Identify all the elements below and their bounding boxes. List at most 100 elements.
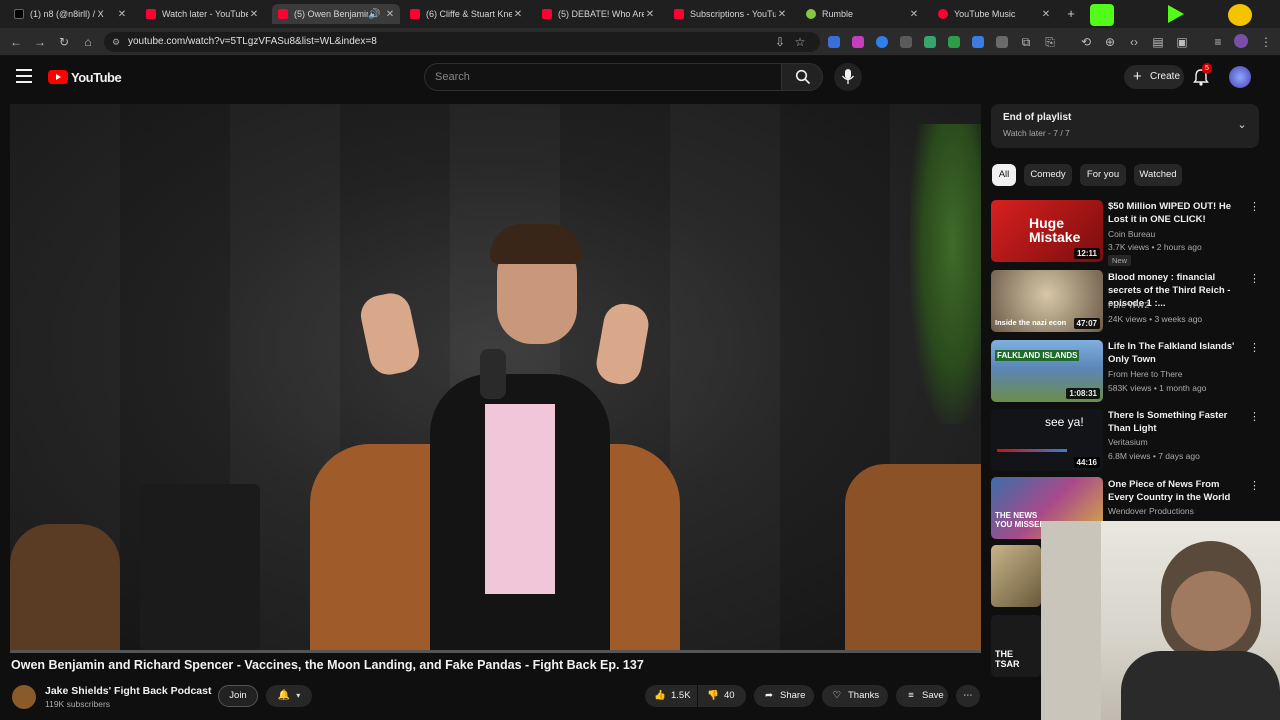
chip-watched[interactable]: Watched: [1134, 164, 1182, 186]
like-button[interactable]: 👍 1.5K: [645, 685, 697, 707]
close-tab-icon[interactable]: ✕: [908, 9, 920, 20]
video-title[interactable]: Life In The Falkland Islands' Only Town: [1108, 340, 1246, 366]
forward-arrow-icon[interactable]: →: [32, 34, 48, 50]
search-input[interactable]: Search: [424, 63, 782, 91]
chip-comedy[interactable]: Comedy: [1024, 164, 1072, 186]
sidebar-icon[interactable]: ▤: [1150, 34, 1166, 50]
more-vertical-icon[interactable]: ⋮: [1249, 272, 1260, 285]
reading-list-icon[interactable]: ≡: [1210, 34, 1226, 50]
more-vertical-icon[interactable]: ⋮: [1249, 200, 1260, 213]
url-bar[interactable]: ⚙ youtube.com/watch?v=5TLgzVFASu8&list=W…: [104, 32, 820, 52]
site-info-icon[interactable]: ⚙: [112, 32, 120, 52]
extension-icon[interactable]: [996, 36, 1008, 48]
browser-tab[interactable]: (5) DEBATE! Who Are th ✕: [536, 4, 660, 24]
browser-tab[interactable]: (6) Cliffe & Stuart Knech ✕: [404, 4, 528, 24]
channel-name[interactable]: Pure WW2: [1108, 300, 1149, 310]
search-icon: [795, 69, 811, 85]
playlist-panel[interactable]: End of playlist Watch later - 7 / 7 ⌄: [991, 104, 1259, 148]
voice-search-button[interactable]: [834, 63, 862, 91]
video-player[interactable]: [10, 104, 981, 650]
video-thumbnail[interactable]: [991, 545, 1041, 607]
channel-name[interactable]: Jake Shields' Fight Back Podcast: [45, 685, 211, 697]
extension-icon[interactable]: [852, 36, 864, 48]
home-icon[interactable]: ⌂: [80, 34, 96, 50]
extension-icon[interactable]: [972, 36, 984, 48]
share-button[interactable]: ➦ Share: [754, 685, 814, 707]
tab-title: (1) n8 (@n8irll) / X: [30, 9, 104, 19]
video-title[interactable]: There Is Something Faster Than Light: [1108, 409, 1246, 435]
browser-tab[interactable]: YouTube Music ✕: [932, 4, 1056, 24]
video-title[interactable]: $50 Million WIPED OUT! He Lost it in ONE…: [1108, 200, 1246, 226]
extension-icon[interactable]: [876, 36, 888, 48]
youtube-favicon-icon: [674, 9, 684, 19]
video-progress-bar[interactable]: [10, 650, 981, 653]
more-actions-button[interactable]: ⋯: [956, 685, 980, 707]
browser-tab[interactable]: (1) n8 (@n8irll) / X ✕: [8, 4, 132, 24]
channel-name[interactable]: Veritasium: [1108, 437, 1148, 447]
video-thumbnail[interactable]: FALKLAND ISLANDS 1:08:31: [991, 340, 1103, 402]
speaker-icon[interactable]: 🔊: [368, 9, 380, 20]
chip-for-you[interactable]: For you: [1080, 164, 1126, 186]
join-button[interactable]: Join: [218, 685, 258, 707]
bookmark-star-icon[interactable]: ☆: [792, 34, 808, 50]
extension-icon[interactable]: [900, 36, 912, 48]
video-thumbnail[interactable]: THE TSAR: [991, 615, 1041, 677]
save-button[interactable]: ≡ Save: [896, 685, 948, 707]
extension-icon[interactable]: [828, 36, 840, 48]
extension-icon[interactable]: [948, 36, 960, 48]
close-tab-icon[interactable]: ✕: [1040, 9, 1052, 20]
tab-search-icon[interactable]: ▣: [1174, 34, 1190, 50]
chevron-down-icon[interactable]: ⌄: [1235, 118, 1249, 132]
extension-icon[interactable]: ⎘: [1042, 34, 1058, 50]
thanks-button[interactable]: ♡ Thanks: [822, 685, 888, 707]
close-tab-icon[interactable]: ✕: [384, 9, 396, 20]
bell-icon: 🔔: [277, 690, 291, 701]
subscription-bell-button[interactable]: 🔔 ▾: [266, 685, 312, 707]
more-vertical-icon[interactable]: ⋮: [1249, 341, 1260, 354]
close-tab-icon[interactable]: ✕: [512, 9, 524, 20]
thanks-heart-icon: ♡: [832, 690, 842, 701]
back-arrow-icon[interactable]: ←: [8, 34, 24, 50]
close-tab-icon[interactable]: ✕: [116, 9, 128, 20]
browser-tab-active[interactable]: (5) Owen Benjamin 🔊 ✕: [272, 4, 400, 24]
reload-icon[interactable]: ↻: [56, 34, 72, 50]
video-person-shirt: [485, 404, 555, 594]
webcam-chair: [1121, 651, 1280, 720]
new-badge: New: [1108, 255, 1132, 266]
video-title[interactable]: One Piece of News From Every Country in …: [1108, 478, 1246, 504]
history-icon[interactable]: ⟲: [1078, 34, 1094, 50]
browser-tab[interactable]: Watch later - YouTube ✕: [140, 4, 264, 24]
profile-avatar[interactable]: [1234, 34, 1248, 48]
plus-icon: +: [1133, 68, 1142, 85]
account-avatar[interactable]: [1229, 66, 1251, 88]
search-button[interactable]: [781, 63, 823, 91]
chip-all[interactable]: All: [992, 164, 1016, 186]
close-tab-icon[interactable]: ✕: [644, 9, 656, 20]
video-thumbnail[interactable]: Inside the nazi econ 47:07: [991, 270, 1103, 332]
browser-tab[interactable]: Subscriptions - YouTube ✕: [668, 4, 792, 24]
youtube-logo[interactable]: YouTube: [48, 69, 122, 85]
install-app-icon[interactable]: ⇩: [772, 34, 788, 50]
channel-name[interactable]: From Here to There: [1108, 369, 1182, 379]
video-thumbnail[interactable]: see ya! 44:16: [991, 409, 1103, 471]
browser-menu-icon[interactable]: ⋮: [1258, 34, 1274, 50]
extension-icon[interactable]: ⊕: [1102, 34, 1118, 50]
channel-avatar[interactable]: [12, 685, 36, 709]
extension-icon[interactable]: [924, 36, 936, 48]
dislike-button[interactable]: 👎 40: [698, 685, 746, 707]
channel-name[interactable]: Coin Bureau: [1108, 229, 1155, 239]
browser-tab[interactable]: Rumble ✕: [800, 4, 924, 24]
channel-name[interactable]: Wendover Productions: [1108, 506, 1194, 516]
notifications-button[interactable]: 5: [1193, 63, 1212, 86]
more-vertical-icon[interactable]: ⋮: [1249, 410, 1260, 423]
extensions-puzzle-icon[interactable]: ⧉: [1018, 34, 1034, 50]
youtube-favicon-icon: [278, 9, 288, 19]
create-button[interactable]: + Create: [1124, 65, 1184, 89]
new-tab-button[interactable]: +: [1064, 6, 1078, 22]
hamburger-menu-icon[interactable]: [16, 69, 32, 83]
close-tab-icon[interactable]: ✕: [776, 9, 788, 20]
video-thumbnail[interactable]: Huge Mistake 12:11: [991, 200, 1103, 262]
close-tab-icon[interactable]: ✕: [248, 9, 260, 20]
devtools-icon[interactable]: ‹›: [1126, 34, 1142, 50]
more-vertical-icon[interactable]: ⋮: [1249, 479, 1260, 492]
